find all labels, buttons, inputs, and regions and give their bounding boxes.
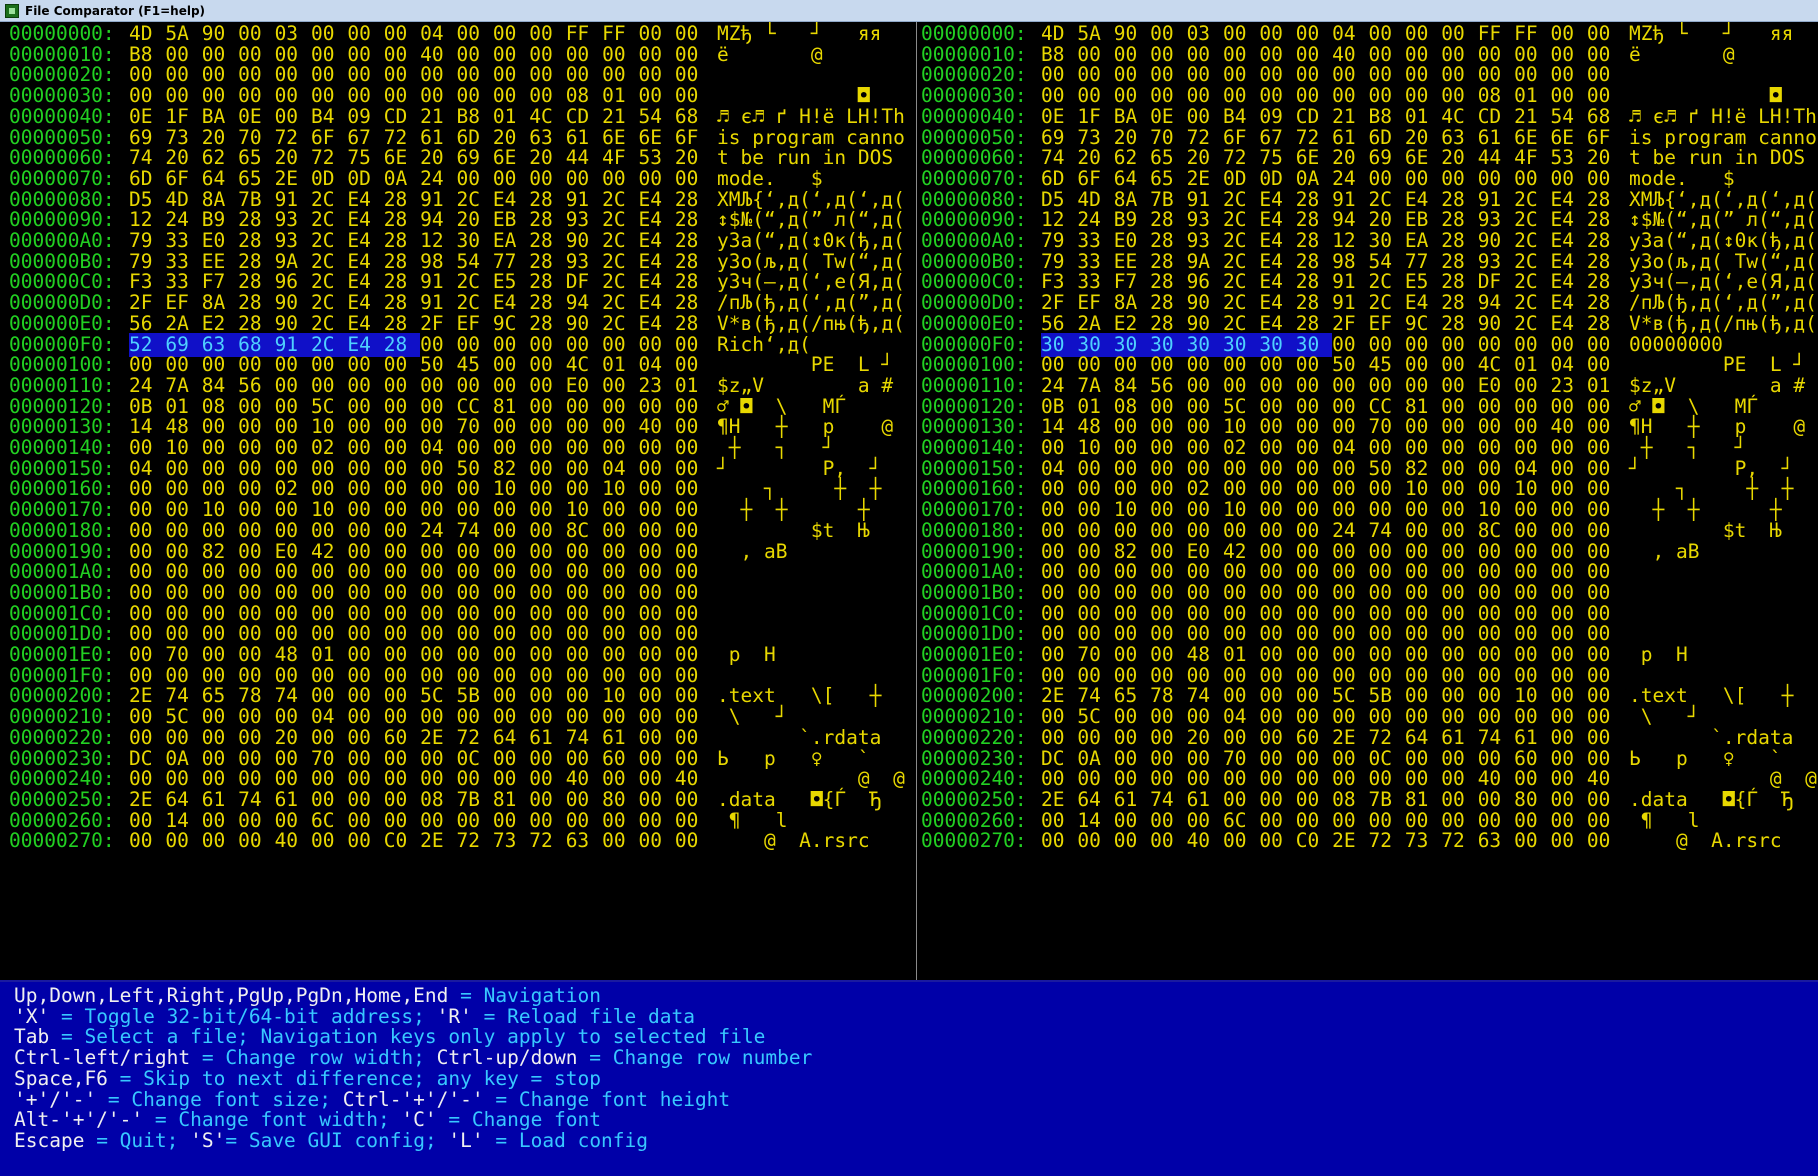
row-ascii: ё @ [1629,42,1735,66]
hex-byte: 00 [165,829,189,853]
help-description: = Change row width; [190,1046,437,1070]
hex-byte: 72 [529,829,553,853]
help-panel: Up,Down,Left,Right,PgUp,PgDn,Home,End = … [0,980,1818,1176]
hex-byte: 00 [310,829,335,853]
hex-byte: 00 [1077,829,1101,853]
hex-byte: 63 [565,829,590,853]
row-address: 00000270: [9,829,115,853]
help-line: Escape = Quit; 'S'= Save GUI config; 'L'… [14,1129,648,1153]
hex-byte: 00 [1222,829,1247,853]
hex-byte: 00 [1150,829,1174,853]
help-key: '+'/'-' [14,1087,97,1111]
help-key: Ctrl-up/down [436,1046,578,1070]
hex-byte: 00 [1586,829,1611,853]
help-key: Alt-'+'/'-' [14,1108,144,1132]
row-address: 00000270: [921,829,1027,853]
row-ascii: p H [1629,643,1688,666]
hex-byte: 00 [638,829,662,853]
hex-byte: 00 [602,829,626,853]
app-icon [5,3,19,18]
help-description: = Reload file data [471,1004,695,1028]
help-description: = Skip to next difference; any key = sto… [107,1066,602,1090]
title-bar: File Comparator (F1=help) [0,0,1818,22]
help-description: = Change font [436,1108,602,1132]
help-description: = Save GUI config; [225,1128,449,1152]
help-description: = Change row number [577,1046,813,1070]
help-description: = Quit; [84,1128,191,1152]
row-ascii: @ А.rsrc [717,829,870,853]
hex-byte: 00 [201,829,226,853]
hex-byte: 00 [129,829,153,853]
row-ascii: ё @ [717,42,823,66]
hex-byte: 00 [238,829,262,853]
hex-byte: 00 [1514,829,1538,853]
help-description: = [448,984,484,1007]
row-ascii: ‚ аB [717,539,788,563]
help-description: = Toggle 32-bit/64-bit address; [49,1004,437,1028]
right-file-pane[interactable]: 00000000: 4D 5A 90 00 03 00 00 00 04 00 00 00 FF FF 00 0… [919,22,1818,980]
help-key: Ctrl-'+'/'-' [342,1087,484,1111]
hex-byte: 00 [1041,829,1065,853]
help-key: Up,Down,Left,Right,PgUp,PgDn,Home,End [14,984,449,1007]
window-title: File Comparator (F1=help) [25,3,206,18]
help-key: 'L' [448,1128,484,1152]
left-file-pane[interactable]: 00000000: 4D 5A 90 00 03 00 00 00 04 00 00 00 FF FF 00 0… [0,22,914,980]
help-description: Navigation [483,984,602,1007]
help-description: = Load config [483,1128,649,1152]
row-ascii: p H [717,643,776,666]
help-key: Escape [14,1128,85,1152]
hex-byte: 40 [1186,829,1211,853]
hex-byte: 00 [674,829,699,853]
help-key: Tab [14,1025,50,1049]
hex-byte: C0 [1295,829,1320,853]
help-key: 'X' [14,1004,50,1028]
hex-byte: 00 [1113,829,1138,853]
help-description: = Change font size; [96,1087,343,1111]
row-bytes: 00 00 00 00 40 00 00 C0 2E 72 73 72 63 00 00 00 [1041,829,1623,853]
row-ascii: @ А.rsrc [1629,829,1782,853]
hex-byte: 2E [420,829,444,853]
hex-byte: 2E [1332,829,1356,853]
help-key: Space,F6 [14,1066,108,1090]
row-bytes: 00 00 00 00 40 00 00 C0 2E 72 73 72 63 00 00 00 [129,829,711,853]
hex-byte: 00 [347,829,371,853]
help-key: 'C' [401,1108,437,1132]
hex-byte: 40 [274,829,299,853]
hex-byte: 72 [1368,829,1392,853]
help-description: = Select a file; Navigation keys only ap… [49,1025,766,1049]
hex-byte: C0 [383,829,408,853]
help-key: Ctrl-left/right [14,1046,191,1070]
help-description: = Change font width; [143,1108,402,1132]
hex-byte: 72 [1441,829,1465,853]
hex-byte: 73 [1404,829,1429,853]
hex-byte: 00 [1550,829,1574,853]
help-key: 'R' [436,1004,472,1028]
help-description: = Change font height [483,1087,731,1111]
hex-byte: 73 [492,829,517,853]
row-ascii: ‚ аB [1629,539,1700,563]
hex-byte: 00 [1259,829,1283,853]
help-key: 'S' [190,1128,226,1152]
hex-byte: 72 [456,829,480,853]
hex-byte: 63 [1477,829,1502,853]
